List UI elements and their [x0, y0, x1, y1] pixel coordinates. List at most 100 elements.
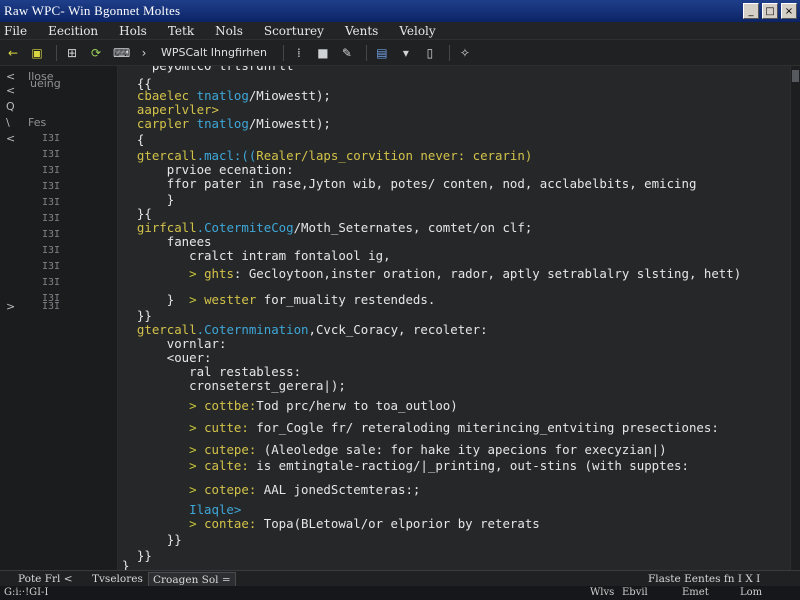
code-token: peyomtco trtsrdnrtt	[122, 66, 294, 73]
code-token: AAL jonedSctemteras:;	[256, 482, 421, 497]
code-line: cronseterst_gerera|);	[122, 378, 346, 394]
code-line: > ghts: Gecloytoon,inster oration, rador…	[122, 266, 741, 282]
code-token: >	[122, 458, 205, 473]
sidebar-item[interactable]: I3I	[0, 276, 118, 290]
menu-hols[interactable]: Hols	[119, 24, 147, 38]
sidebar-item-number: I3I	[41, 133, 60, 144]
code-token: ghts	[204, 266, 234, 281]
tab-croagen-sol[interactable]: Croagen Sol =	[148, 572, 236, 586]
code-line: {	[122, 132, 144, 148]
taskbar-item[interactable]: Wlvs	[590, 586, 614, 600]
sidebar-item[interactable]: I3I	[0, 148, 118, 162]
vertical-scrollbar[interactable]	[790, 66, 800, 570]
code-line: > contae: Topa(BLetowal/or elporior by r…	[122, 516, 540, 532]
folder-icon[interactable]: ▣	[30, 46, 44, 60]
image-icon[interactable]: ▤	[375, 46, 389, 60]
code-token: }	[122, 192, 175, 207]
menu-file[interactable]: File	[4, 24, 27, 38]
sidebar-item[interactable]: I3I	[0, 228, 118, 242]
maximize-button[interactable]: □	[762, 3, 778, 19]
menu-scorturey[interactable]: Scorturey	[264, 24, 324, 38]
chevron-right-icon[interactable]: ›	[137, 46, 151, 60]
tools-icon[interactable]: ✧	[458, 46, 472, 60]
code-token: tnatlog	[196, 88, 249, 103]
menu-veloly[interactable]: Veloly	[399, 24, 435, 38]
title-bar: Raw WPC- Win Bgonnet Moltes _ □ ×	[0, 0, 800, 22]
sidebar-item-number: I3I	[41, 229, 60, 240]
sidebar-item-number: I3I	[41, 165, 60, 176]
menu-tetk[interactable]: Tetk	[168, 24, 194, 38]
sidebar-item[interactable]: Q	[0, 100, 118, 114]
code-token: >	[122, 398, 205, 413]
taskbar-item[interactable]: Lom	[740, 586, 762, 600]
code-token: : Gecloytoon,inster oration, rador, aptl…	[233, 266, 742, 281]
sidebar-item[interactable]: <	[0, 84, 118, 98]
tab-tvselores[interactable]: Tvselores	[88, 572, 147, 586]
search-icon[interactable]: Q	[6, 100, 15, 114]
code-token: >	[122, 516, 205, 531]
code-token: ,Cvck_Coracy, recoleter:	[308, 322, 488, 337]
code-line: > calte: is emtingtale-ractiog/|_printin…	[122, 458, 689, 474]
minimize-button[interactable]: _	[743, 3, 759, 19]
sidebar-item[interactable]: > I3I	[0, 300, 118, 314]
sidebar-item[interactable]: I3I	[0, 196, 118, 210]
code-token: >	[122, 420, 205, 435]
code-token: gtercall	[122, 322, 197, 337]
refresh-icon[interactable]: ⟳	[89, 46, 103, 60]
sidebar-item-number: I3I	[41, 277, 60, 288]
device-icon[interactable]: ▯	[423, 46, 437, 60]
sidebar-item[interactable]: ueing	[2, 71, 120, 90]
code-token: contae:	[204, 516, 257, 531]
toolbar: ← ▣ ⊞ ⟳ ⌨ › WPSCalt Ihngfirhen ⁞ ■ ✎ ▤ ▾…	[0, 40, 800, 66]
toolbar-divider	[365, 44, 367, 61]
expand-arrow-icon[interactable]: >	[6, 300, 15, 314]
taskbar-status-text: G:i:·!GI-I	[4, 587, 49, 598]
sidebar-item-number: I3I	[41, 261, 60, 272]
sidebar-item[interactable]: I3I	[0, 244, 118, 258]
collapse-arrow-icon[interactable]: <	[6, 84, 15, 98]
bookmark-icon[interactable]: ■	[316, 46, 330, 60]
sidebar-item[interactable]: < I3I	[0, 132, 118, 146]
code-token: prvioe ecenation:	[122, 162, 294, 177]
dropdown-icon[interactable]: ▾	[399, 46, 413, 60]
sidebar-item[interactable]: I3I	[0, 212, 118, 226]
back-arrow-icon[interactable]: ←	[6, 46, 20, 60]
status-bar: Pote Frl < Tvselores Croagen Sol = Flast…	[0, 570, 800, 586]
collapse-arrow-icon[interactable]: <	[6, 132, 15, 146]
sidebar-item-number: I3I	[41, 197, 60, 208]
toolbar-divider	[448, 44, 450, 61]
close-button[interactable]: ×	[781, 3, 797, 19]
sidebar-item[interactable]: I3I	[0, 164, 118, 178]
sidebar-item[interactable]: \ Fes	[0, 116, 118, 130]
file-explorer-sidebar: < Ilose ueing < Q \ Fes < I3I I3I I3I I3…	[0, 66, 118, 570]
save-icon[interactable]: ⊞	[65, 46, 79, 60]
sidebar-item[interactable]: I3I	[0, 180, 118, 194]
taskbar-item[interactable]: Ebvil	[622, 586, 648, 600]
taskbar-item[interactable]: Emet	[682, 586, 709, 600]
code-token: cutte:	[204, 420, 249, 435]
code-token: /Moth_Seternates, comtet/on clf;	[293, 220, 533, 235]
open-file-label[interactable]: WPSCalt Ihngfirhen	[161, 46, 267, 59]
code-line: > cutte: for_Cogle fr/ reteraloding mite…	[122, 420, 719, 436]
code-token: }{	[122, 206, 152, 221]
code-token: >	[189, 292, 205, 307]
menu-nols[interactable]: Nols	[215, 24, 243, 38]
code-editor[interactable]: peyomtco trtsrdnrtt {{ cbaelec tnatlog/M…	[118, 66, 790, 570]
code-token: }}	[122, 532, 182, 547]
code-token: >	[122, 266, 205, 281]
scrollbar-thumb[interactable]	[792, 70, 799, 82]
menu-edition[interactable]: Eecition	[48, 24, 98, 38]
code-token: vornlar:	[122, 336, 227, 351]
code-token: >	[122, 442, 205, 457]
grid-icon[interactable]: ⁞	[292, 46, 306, 60]
code-icon[interactable]: ⌨	[113, 46, 130, 60]
code-token: Realer/laps_corvition never: cerarin)	[256, 148, 533, 163]
code-token: cralct intram fontalool ig,	[122, 248, 391, 263]
tab-pote-frl[interactable]: Pote Frl <	[14, 572, 77, 586]
code-token: Tod prc/herw to toa_outloo)	[256, 398, 458, 413]
menu-vents[interactable]: Vents	[345, 24, 378, 38]
edit-icon[interactable]: ✎	[340, 46, 354, 60]
code-token: girfcall	[122, 220, 197, 235]
sidebar-item-label: Fes	[28, 116, 47, 129]
sidebar-item[interactable]: I3I	[0, 260, 118, 274]
